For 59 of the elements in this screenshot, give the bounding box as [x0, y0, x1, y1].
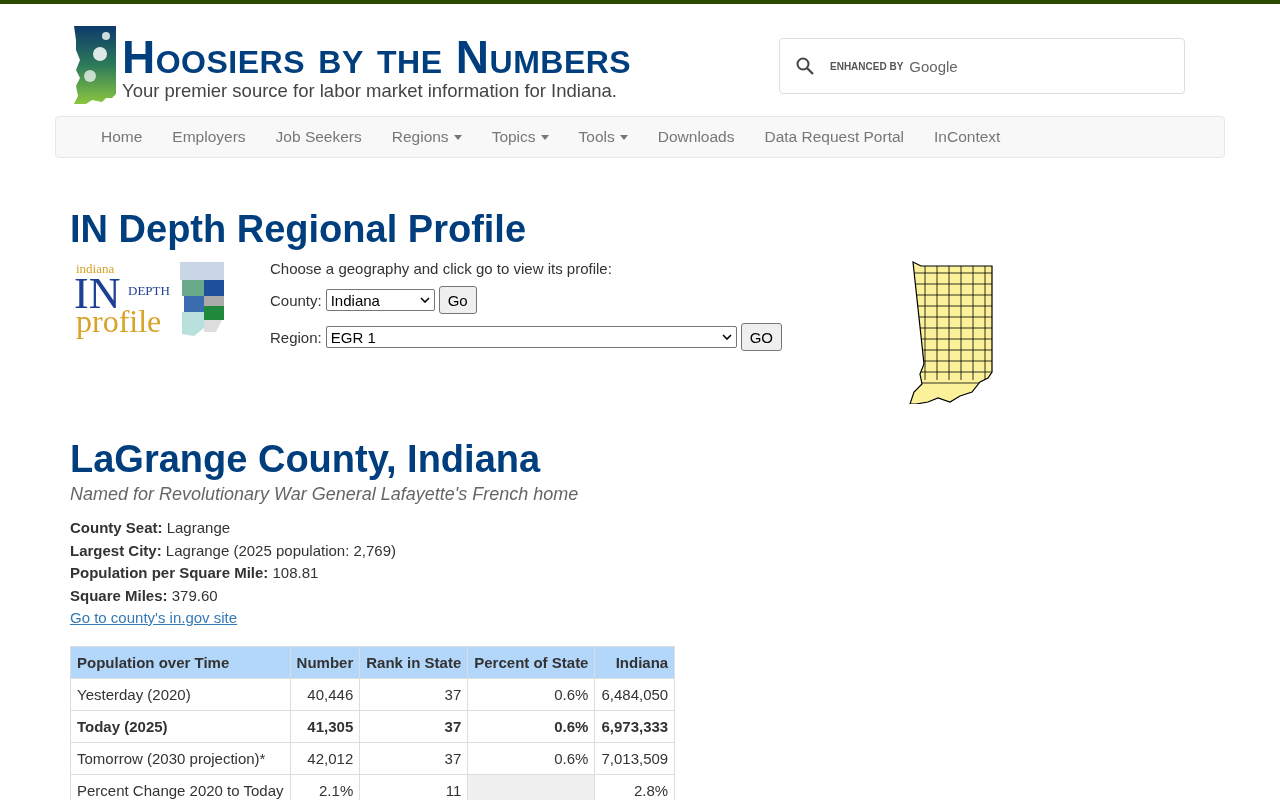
- search-branding: ENHANCED BY: [830, 60, 904, 72]
- nav-link[interactable]: Employers: [157, 128, 261, 146]
- column-header: Population over Time: [70, 646, 291, 678]
- caret-icon: [619, 134, 628, 140]
- table-cell: Yesterday (2020): [70, 678, 291, 710]
- column-header: Number: [290, 646, 360, 678]
- column-header: Percent of State: [467, 646, 595, 678]
- nav-link[interactable]: InContext: [919, 128, 1016, 146]
- table-cell: 2.1%: [290, 774, 360, 800]
- go-button[interactable]: Go: [438, 286, 477, 314]
- search-icon: [796, 57, 814, 75]
- geography-select[interactable]: Indiana: [325, 289, 435, 311]
- nav-link[interactable]: Tools: [563, 128, 643, 146]
- table-cell: 7,013,509: [594, 742, 675, 774]
- chooser-prompt: Choose a geography and click go to view its profile:: [270, 260, 613, 277]
- geography-select[interactable]: EGR 1: [325, 326, 737, 348]
- search-field[interactable]: ENHANCED BY Google: [779, 38, 1185, 94]
- table-cell: 0.6%: [467, 710, 595, 742]
- table-cell: 41,305: [290, 710, 360, 742]
- site-title: Hoosiers by the Numbers: [122, 34, 632, 80]
- county-site-link[interactable]: Go to county's in.gov site: [70, 609, 238, 626]
- table-cell: 6,973,333: [594, 710, 675, 742]
- table-cell: Tomorrow (2030 projection)*: [70, 742, 291, 774]
- table-cell: 37: [359, 742, 468, 774]
- caret-icon: [540, 134, 549, 140]
- chevron-down-icon: [419, 297, 430, 303]
- table-cell: Today (2025): [70, 710, 291, 742]
- county-fact: County Seat: Lagrange: [70, 518, 232, 538]
- field-label: County:: [270, 291, 322, 309]
- page-title: IN Depth Regional Profile: [70, 207, 528, 252]
- table-cell: Percent Change 2020 to Today: [70, 774, 291, 800]
- table-cell: 42,012: [290, 742, 360, 774]
- google-brand: Google: [909, 57, 958, 75]
- table-cell: 40,446: [290, 678, 360, 710]
- nav-link[interactable]: Downloads: [642, 128, 750, 146]
- table-cell: 2.8%: [594, 774, 675, 800]
- table-cell: 6,484,050: [594, 678, 675, 710]
- county-fact: Population per Square Mile: 108.81: [70, 563, 320, 583]
- chevron-down-icon: [721, 334, 732, 340]
- nav-link[interactable]: Home: [86, 128, 158, 146]
- nav-link[interactable]: Job Seekers: [260, 128, 377, 146]
- table-cell: 37: [359, 710, 468, 742]
- caret-icon: [453, 134, 462, 140]
- nav-link[interactable]: Topics: [476, 128, 564, 146]
- table-cell: 37: [359, 678, 468, 710]
- county-title: LaGrange County, Indiana: [70, 437, 542, 482]
- table-cell: 0.6%: [467, 742, 595, 774]
- nav-link[interactable]: Data Request Portal: [749, 128, 919, 146]
- column-header: Indiana: [594, 646, 675, 678]
- county-fact: Square Miles: 379.60: [70, 585, 219, 606]
- field-label: Region:: [270, 328, 322, 346]
- table-cell: 0.6%: [467, 678, 595, 710]
- site-tagline: Your premier source for labor market information for Indiana.: [122, 80, 618, 102]
- county-subtitle: Named for Revolutionary War General Lafayette's French home: [70, 484, 580, 505]
- nav-link[interactable]: Regions: [376, 128, 477, 146]
- go-button[interactable]: GO: [740, 323, 783, 351]
- column-header: Rank in State: [359, 646, 468, 678]
- table-cell: 11: [359, 774, 468, 800]
- county-fact: Largest City: Lagrange (2025 population: 2,769): [70, 540, 398, 561]
